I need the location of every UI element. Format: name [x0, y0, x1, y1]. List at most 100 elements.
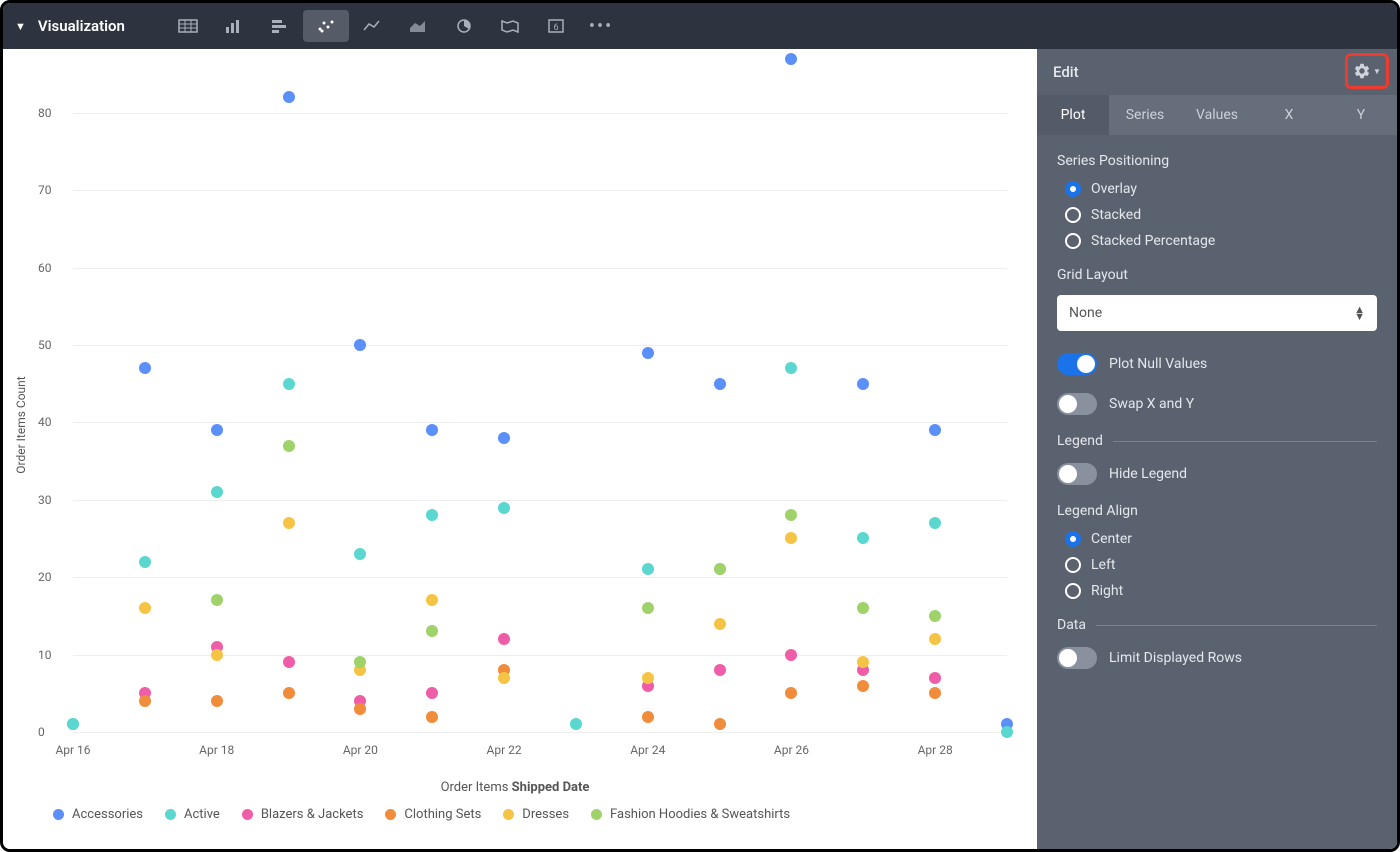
tab-series[interactable]: Series [1109, 95, 1181, 135]
data-point[interactable] [857, 378, 869, 390]
data-point[interactable] [139, 362, 151, 374]
tab-x[interactable]: X [1253, 95, 1325, 135]
data-point[interactable] [785, 649, 797, 661]
legend-item[interactable]: Accessories [53, 807, 143, 822]
data-point[interactable] [642, 602, 654, 614]
viz-type-area[interactable] [395, 10, 441, 42]
settings-gear-button[interactable]: ▼ [1345, 53, 1389, 89]
data-point[interactable] [714, 718, 726, 730]
more-viz-icon[interactable]: ••• [579, 16, 623, 37]
data-point[interactable] [283, 91, 295, 103]
data-point[interactable] [785, 509, 797, 521]
viz-type-pie[interactable] [441, 10, 487, 42]
data-point[interactable] [857, 532, 869, 544]
legend-dot-icon [503, 809, 514, 820]
data-point[interactable] [498, 633, 510, 645]
data-point[interactable] [785, 53, 797, 65]
data-point[interactable] [785, 532, 797, 544]
data-point[interactable] [642, 347, 654, 359]
data-point[interactable] [283, 517, 295, 529]
data-point[interactable] [283, 656, 295, 668]
data-point[interactable] [642, 563, 654, 575]
data-point[interactable] [714, 618, 726, 630]
data-point[interactable] [283, 440, 295, 452]
viz-type-scatter[interactable] [303, 10, 349, 42]
data-point[interactable] [426, 424, 438, 436]
viz-type-bar[interactable] [257, 10, 303, 42]
data-point[interactable] [929, 517, 941, 529]
data-point[interactable] [929, 687, 941, 699]
data-point[interactable] [426, 594, 438, 606]
data-point[interactable] [211, 695, 223, 707]
data-point[interactable] [498, 502, 510, 514]
data-point[interactable] [354, 703, 366, 715]
data-point[interactable] [785, 687, 797, 699]
data-point[interactable] [354, 548, 366, 560]
legend-item[interactable]: Clothing Sets [385, 807, 481, 822]
gear-icon [1353, 62, 1371, 80]
data-point[interactable] [1001, 726, 1013, 738]
data-point[interactable] [67, 718, 79, 730]
legend-item[interactable]: Blazers & Jackets [242, 807, 364, 822]
data-point[interactable] [642, 672, 654, 684]
viz-type-column[interactable] [211, 10, 257, 42]
legend-align-center[interactable]: Center [1057, 531, 1377, 547]
limit-rows-toggle[interactable]: Limit Displayed Rows [1057, 647, 1377, 669]
hide-legend-toggle[interactable]: Hide Legend [1057, 463, 1377, 485]
data-point[interactable] [714, 378, 726, 390]
data-point[interactable] [570, 718, 582, 730]
data-point[interactable] [498, 432, 510, 444]
radio-icon [1065, 531, 1081, 547]
gridline [73, 732, 1007, 733]
series-pos-overlay[interactable]: Overlay [1057, 181, 1377, 197]
data-point[interactable] [857, 680, 869, 692]
data-point[interactable] [929, 672, 941, 684]
data-point[interactable] [426, 625, 438, 637]
data-point[interactable] [642, 711, 654, 723]
data-point[interactable] [426, 687, 438, 699]
data-point[interactable] [857, 656, 869, 668]
legend-item[interactable]: Active [165, 807, 220, 822]
plot-null-toggle[interactable]: Plot Null Values [1057, 353, 1377, 375]
data-point[interactable] [426, 711, 438, 723]
data-point[interactable] [139, 602, 151, 614]
viz-type-map[interactable] [487, 10, 533, 42]
swap-xy-toggle[interactable]: Swap X and Y [1057, 393, 1377, 415]
viz-type-table[interactable] [165, 10, 211, 42]
data-point[interactable] [283, 687, 295, 699]
data-point[interactable] [857, 602, 869, 614]
tab-values[interactable]: Values [1181, 95, 1253, 135]
data-point[interactable] [785, 362, 797, 374]
grid-layout-label: Grid Layout [1057, 267, 1377, 283]
data-point[interactable] [426, 509, 438, 521]
series-pos-stacked[interactable]: Stacked [1057, 207, 1377, 223]
data-point[interactable] [498, 672, 510, 684]
data-point[interactable] [929, 610, 941, 622]
data-point[interactable] [354, 656, 366, 668]
data-point[interactable] [283, 378, 295, 390]
data-point[interactable] [139, 556, 151, 568]
legend-item[interactable]: Dresses [503, 807, 569, 822]
y-tick: 10 [38, 648, 52, 662]
tab-y[interactable]: Y [1325, 95, 1397, 135]
data-point[interactable] [139, 695, 151, 707]
viz-type-line[interactable] [349, 10, 395, 42]
viz-type-single-value[interactable]: 6 [533, 10, 579, 42]
data-point[interactable] [211, 486, 223, 498]
collapse-caret-icon[interactable]: ▼ [15, 20, 26, 33]
legend-item[interactable]: Fashion Hoodies & Sweatshirts [591, 807, 790, 822]
data-point[interactable] [211, 594, 223, 606]
data-point[interactable] [354, 339, 366, 351]
legend-align-right[interactable]: Right [1057, 583, 1377, 599]
data-point[interactable] [211, 424, 223, 436]
data-point[interactable] [714, 563, 726, 575]
gridline [73, 190, 1007, 191]
tab-plot[interactable]: Plot [1037, 95, 1109, 135]
data-point[interactable] [929, 424, 941, 436]
data-point[interactable] [714, 664, 726, 676]
grid-layout-select[interactable]: None ▲▼ [1057, 295, 1377, 331]
legend-align-left[interactable]: Left [1057, 557, 1377, 573]
series-pos-stacked-percentage[interactable]: Stacked Percentage [1057, 233, 1377, 249]
data-point[interactable] [211, 649, 223, 661]
data-point[interactable] [929, 633, 941, 645]
